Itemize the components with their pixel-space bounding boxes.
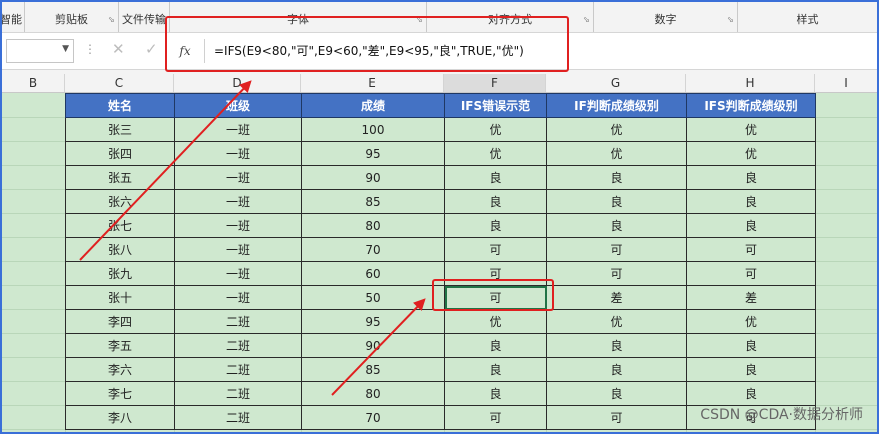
excel-window: 智能 剪贴板 ⬂ 文件传输 字体 ⬂ 对齐方式 ⬂ 数字 ⬂ 样式 ▼ ⋮ ✕ ✓ fx… xyxy=(0,0,879,434)
watermark: CSDN @CDA·数据分析师 xyxy=(700,407,863,423)
annotation-arrows xyxy=(79,80,426,396)
arrow-to-cell xyxy=(331,298,426,396)
arrow-to-formula xyxy=(79,80,252,261)
